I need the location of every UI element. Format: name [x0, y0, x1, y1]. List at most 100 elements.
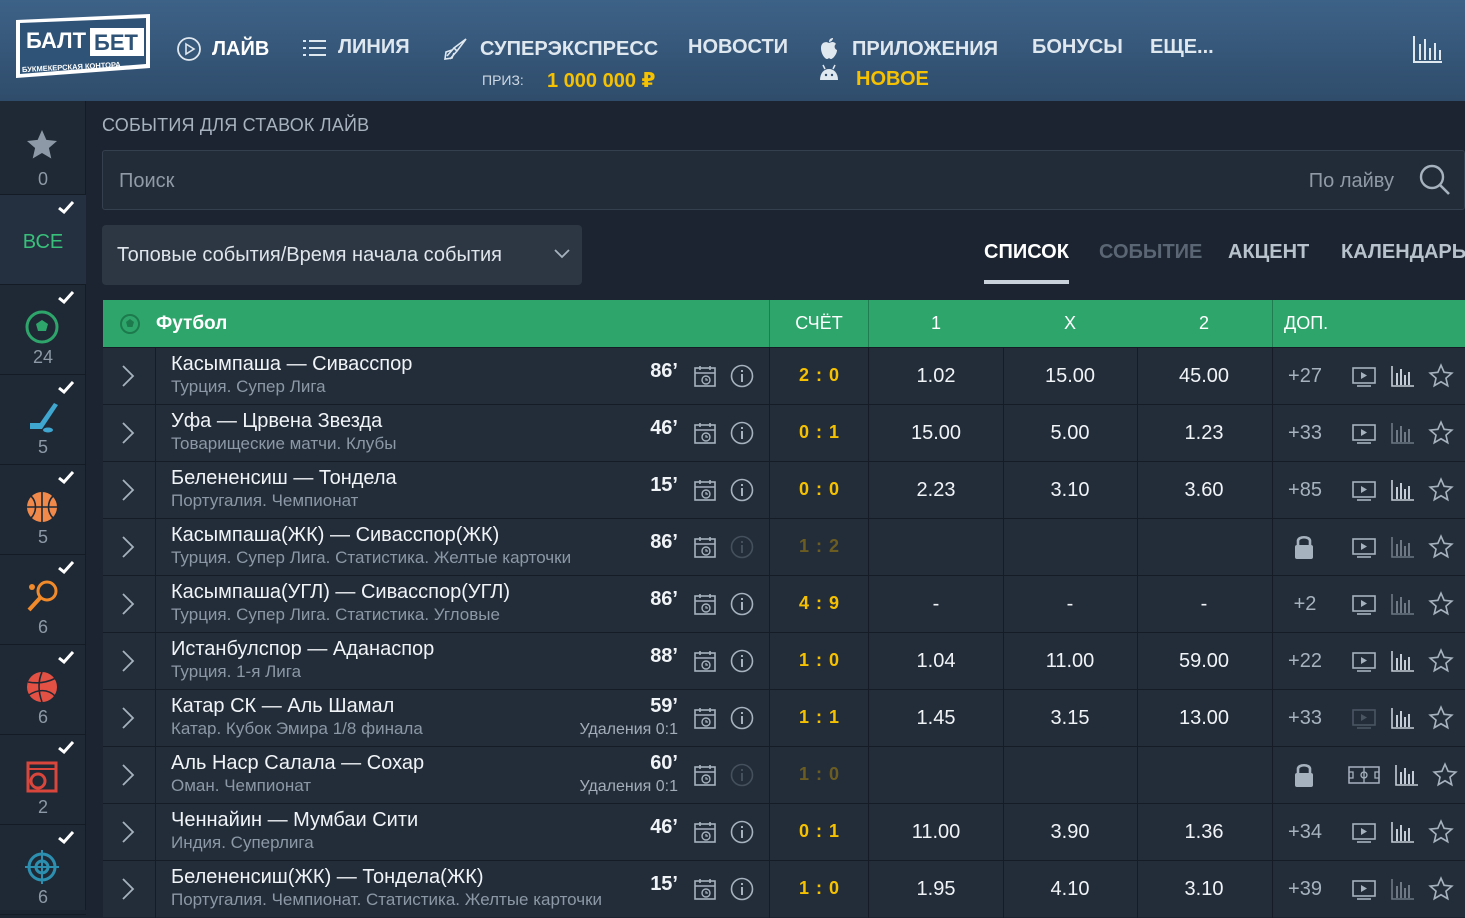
calendar-clock-icon[interactable]	[693, 763, 717, 787]
calendar-clock-icon[interactable]	[693, 478, 717, 502]
calendar-clock-icon[interactable]	[693, 820, 717, 844]
sidebar-sport-volleyball[interactable]: 6	[0, 645, 86, 735]
nav-more[interactable]: ЕЩЕ...	[1150, 36, 1214, 59]
match-name[interactable]: Белененсиш(ЖК) — Тондела(ЖК)	[171, 866, 484, 889]
match-statistics-icon[interactable]	[1391, 821, 1415, 843]
match-name[interactable]: Ченнайин — Мумбаи Сити	[171, 809, 418, 832]
expand-chevron-icon[interactable]	[121, 763, 135, 787]
live-video-icon[interactable]	[1351, 821, 1377, 845]
odd-x[interactable]: 11.00	[1003, 650, 1137, 673]
info-icon[interactable]	[730, 706, 754, 730]
odd-2[interactable]: 3.60	[1137, 479, 1271, 502]
odd-2[interactable]: 13.00	[1137, 707, 1271, 730]
favorite-star-icon[interactable]	[1428, 420, 1454, 446]
calendar-clock-icon[interactable]	[693, 649, 717, 673]
sidebar-favorites[interactable]: 0	[0, 101, 86, 195]
table-row[interactable]: Белененсиш(ЖК) — Тондела(ЖК) Португалия. …	[103, 860, 1465, 918]
info-icon[interactable]	[730, 478, 754, 502]
odd-x[interactable]: 3.10	[1003, 479, 1137, 502]
nav-bonuses[interactable]: БОНУСЫ	[1032, 36, 1123, 59]
more-markets-button[interactable]: +39	[1273, 878, 1337, 901]
live-video-icon[interactable]	[1351, 707, 1377, 731]
live-video-icon[interactable]	[1351, 365, 1377, 389]
odd-1[interactable]: -	[869, 593, 1003, 616]
expand-chevron-icon[interactable]	[121, 820, 135, 844]
match-statistics-icon[interactable]	[1391, 536, 1415, 558]
more-markets-button[interactable]: +33	[1273, 422, 1337, 445]
more-markets-button[interactable]: +2	[1273, 593, 1337, 616]
odd-2[interactable]: 45.00	[1137, 365, 1271, 388]
info-icon[interactable]	[730, 364, 754, 388]
favorite-star-icon[interactable]	[1428, 705, 1454, 731]
field-view-icon[interactable]	[1348, 764, 1380, 786]
odd-x[interactable]: 5.00	[1003, 422, 1137, 445]
baltbet-logo[interactable]: БАЛТ БЕТ БУКМЕКЕРСКАЯ КОНТОРА	[12, 12, 154, 82]
table-row[interactable]: Ченнайин — Мумбаи Сити Индия. Суперлига 46…	[103, 803, 1465, 861]
search-bar[interactable]: Поиск По лайву	[102, 150, 1465, 210]
tab-event[interactable]: СОБЫТИЕ	[1099, 241, 1202, 264]
sidebar-sport-tennis[interactable]: 6	[0, 555, 86, 645]
sidebar-sport-statistics[interactable]: 2	[0, 735, 86, 825]
favorite-star-icon[interactable]	[1428, 876, 1454, 902]
odd-2[interactable]: 1.36	[1137, 821, 1271, 844]
expand-chevron-icon[interactable]	[121, 535, 135, 559]
nav-live[interactable]: ЛАЙВ	[176, 36, 269, 62]
expand-chevron-icon[interactable]	[121, 877, 135, 901]
match-statistics-icon[interactable]	[1391, 878, 1415, 900]
info-icon[interactable]	[730, 535, 754, 559]
odd-1[interactable]: 15.00	[869, 422, 1003, 445]
odd-1[interactable]: 2.23	[869, 479, 1003, 502]
sidebar-sport-target[interactable]: 6	[0, 825, 86, 915]
table-row[interactable]: Касымпаша — Сивасспор Турция. Супер Лига 8…	[103, 347, 1465, 405]
more-markets-button[interactable]: +22	[1273, 650, 1337, 673]
tab-calendar[interactable]: КАЛЕНДАРЬ	[1341, 241, 1465, 264]
odd-2[interactable]: 1.23	[1137, 422, 1271, 445]
sidebar-sport-hockey[interactable]: 5	[0, 375, 86, 465]
live-video-icon[interactable]	[1351, 878, 1377, 902]
nav-news[interactable]: НОВОСТИ	[688, 36, 788, 59]
tab-accent[interactable]: АКЦЕНТ	[1228, 241, 1309, 264]
match-name[interactable]: Истанбулспор — Аданаспор	[171, 638, 434, 661]
odd-x[interactable]: 3.90	[1003, 821, 1137, 844]
expand-chevron-icon[interactable]	[121, 706, 135, 730]
odd-x[interactable]: 15.00	[1003, 365, 1137, 388]
expand-chevron-icon[interactable]	[121, 421, 135, 445]
match-statistics-icon[interactable]	[1391, 593, 1415, 615]
odd-x[interactable]: 4.10	[1003, 878, 1137, 901]
sidebar-sport-basketball[interactable]: 5	[0, 465, 86, 555]
table-row[interactable]: Катар СК — Аль Шамал Катар. Кубок Эмира 1…	[103, 689, 1465, 747]
favorite-star-icon[interactable]	[1428, 591, 1454, 617]
table-row[interactable]: Касымпаша(УГЛ) — Сивасспор(УГЛ) Турция. С…	[103, 575, 1465, 633]
info-icon[interactable]	[730, 877, 754, 901]
table-row[interactable]: Белененсиш — Тондела Португалия. Чемпиона…	[103, 461, 1465, 519]
odd-2[interactable]: -	[1137, 593, 1271, 616]
nav-line[interactable]: ЛИНИЯ	[302, 36, 410, 59]
match-name[interactable]: Касымпаша(УГЛ) — Сивасспор(УГЛ)	[171, 581, 510, 604]
live-video-icon[interactable]	[1351, 593, 1377, 617]
match-statistics-icon[interactable]	[1391, 365, 1415, 387]
odd-x[interactable]: 3.15	[1003, 707, 1137, 730]
favorite-star-icon[interactable]	[1432, 762, 1458, 788]
more-markets-button[interactable]: +33	[1273, 707, 1337, 730]
match-name[interactable]: Аль Наср Салала — Сохар	[171, 752, 424, 775]
favorite-star-icon[interactable]	[1428, 819, 1454, 845]
favorite-star-icon[interactable]	[1428, 534, 1454, 560]
odd-2[interactable]: 59.00	[1137, 650, 1271, 673]
calendar-clock-icon[interactable]	[693, 535, 717, 559]
match-statistics-icon[interactable]	[1391, 707, 1415, 729]
nav-superexpress[interactable]: СУПЕРЭКСПРЕСС	[442, 36, 658, 62]
search-input[interactable]: Поиск	[119, 170, 174, 193]
more-markets-button[interactable]: +27	[1273, 365, 1337, 388]
info-icon[interactable]	[730, 592, 754, 616]
calendar-clock-icon[interactable]	[693, 706, 717, 730]
table-row[interactable]: Аль Наср Салала — Сохар Оман. Чемпионат 60…	[103, 746, 1465, 804]
live-video-icon[interactable]	[1351, 422, 1377, 446]
favorite-star-icon[interactable]	[1428, 363, 1454, 389]
nav-apps[interactable]: ПРИЛОЖЕНИЯ	[816, 36, 998, 62]
more-markets-button[interactable]: +34	[1273, 821, 1337, 844]
odd-x[interactable]: -	[1003, 593, 1137, 616]
expand-chevron-icon[interactable]	[121, 478, 135, 502]
table-row[interactable]: Уфа — Црвена Звезда Товарищеские матчи. К…	[103, 404, 1465, 462]
match-statistics-icon[interactable]	[1391, 479, 1415, 501]
favorite-star-icon[interactable]	[1428, 477, 1454, 503]
